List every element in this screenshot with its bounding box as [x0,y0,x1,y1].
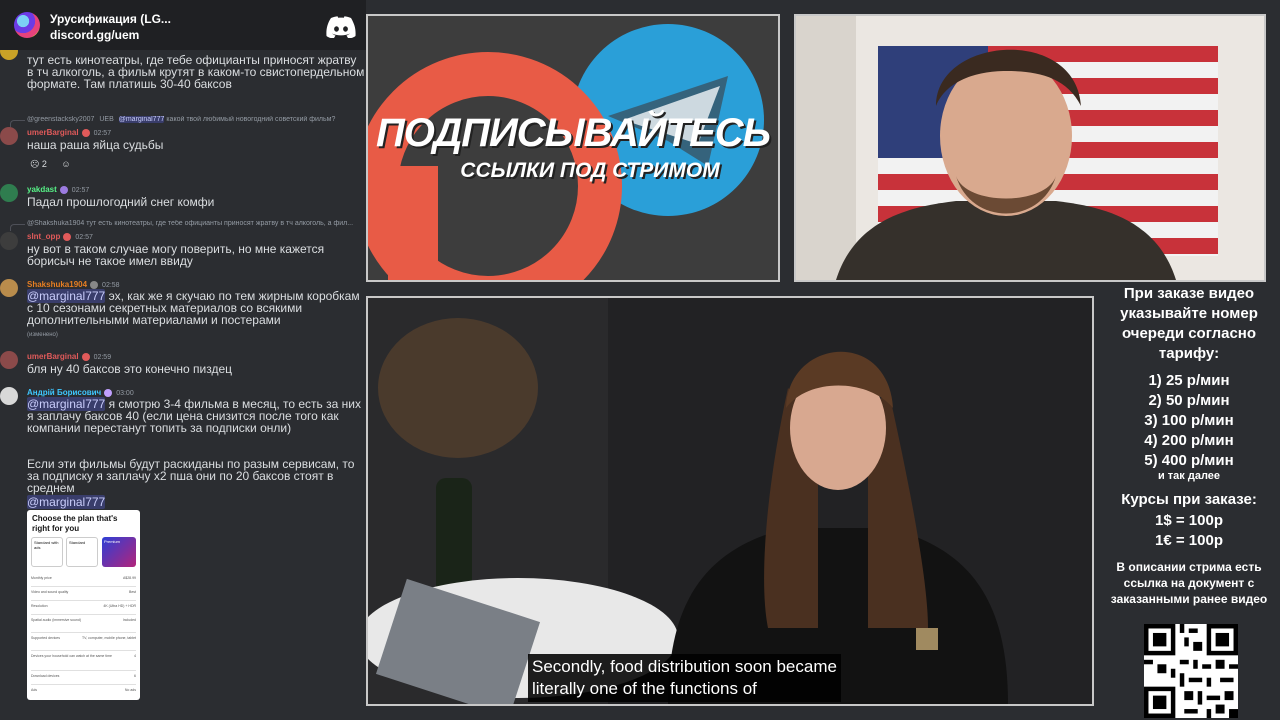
user-avatar [0,184,18,202]
rates-list: 1$ = 100р 1€ = 100р [1100,511,1278,551]
carhartt-logo [916,628,938,650]
reply-text: тут есть кинотеатры, где тебе официанты … [86,220,354,227]
order-note: При заказе видео указывайте номер очеред… [1120,285,1258,362]
reply-author: @greenstacksky2007 [27,116,95,123]
subtitle-line: literally one of the functions of [532,679,757,698]
tariff-item: 4) 200 р/мин [1144,432,1234,449]
message-text: наша раша яйца судьбы [27,138,164,152]
tariff-item: 2) 50 р/мин [1148,392,1230,409]
subscribe-headline: ПОДПИСЫВАЙТЕСЬ [375,111,771,155]
message-list: тут есть кинотеатры, где тебе официанты … [0,42,366,720]
reply-preview[interactable]: @greenstacksky2007 UEB @marginal777 како… [27,116,365,123]
message-author[interactable]: Андрій Борисович 03:00 [27,388,134,397]
order-info-panel: При заказе видео указывайте номер очеред… [1100,282,1278,720]
rate-item: 1€ = 100р [1155,532,1223,549]
subtitle-line: Secondly, food distribution soon became [532,657,837,676]
discord-chat-panel: Урусификация (LG... discord.gg/uem тут е… [0,0,366,720]
webcam-feed [794,14,1266,282]
user-avatar [0,232,18,250]
rates-title: Курсы при заказе: [1121,491,1257,508]
server-name: Урусификация (LG... [50,12,171,26]
message-text: тут есть кинотеатры, где тебе официанты … [27,53,365,91]
reply-badge: UEB [99,116,114,123]
video-subtitles: Secondly, food distribution soon became … [528,654,841,702]
tariff-item: 3) 100 р/мин [1144,412,1234,429]
role-badge-icon [81,352,90,361]
plan-option-selected: Premium [102,537,136,567]
subscribe-banner: ПОДПИСЫВАЙТЕСЬ ССЫЛКИ ПОД СТРИМОМ [366,14,780,282]
message-author[interactable]: yakdast 02:57 [27,185,89,194]
plan-row: Devices your household can watch at the … [31,652,136,671]
reply-text: какой твой любимый новогодний советский … [166,116,336,123]
message-text: @marginal777 я смотрю 3-4 фильма в месяц… [27,397,361,435]
plan-row: Spatial audio (immersive sound) Included [31,616,136,633]
plan-row: Monthly price A$28.99 [31,574,136,587]
webcam-scene [796,16,1264,280]
user-avatar [0,127,18,145]
reaction-button[interactable]: ☹ 2 [27,159,50,170]
message-timestamp: 03:00 [116,390,134,397]
role-badge-icon [90,280,99,289]
edited-label: (изменено) [27,332,58,338]
message-timestamp: 02:57 [71,187,90,194]
reply-connector [10,120,25,127]
user-avatar [0,351,18,369]
message-timestamp: 02:57 [93,130,112,137]
message-text: @marginal777 эх, как же я скучаю по тем … [27,289,360,327]
plan-row: Supported devices TV, computer, mobile ph… [31,634,136,651]
plan-card-title: Choose the plan that's right for you [32,514,118,533]
add-reaction-icon[interactable]: ☺ [58,159,73,169]
user-avatar [0,279,18,297]
role-badge-icon [59,185,68,194]
qr-code-icon[interactable] [1144,624,1238,718]
server-invite-link[interactable]: discord.gg/uem [50,28,139,42]
message-text: Если эти фильмы будут раскиданы по разым… [27,457,355,495]
video-frame [368,298,1092,704]
role-badge-icon [63,232,72,241]
message-author[interactable]: umerBarginal 02:57 [27,128,111,137]
message-text: @marginal777 [27,495,365,509]
tariff-item: 5) 400 р/мин [1144,452,1234,469]
plan-option: Standard [66,537,98,567]
rate-item: 1$ = 100р [1155,512,1223,529]
message-timestamp: 02:57 [75,234,93,241]
plan-row: Download devices 6 [31,672,136,685]
dried-plant [378,318,538,458]
user-avatar [0,387,18,405]
message-timestamp: 02:58 [102,282,120,289]
plan-option: Standard with ads [31,537,63,567]
message-timestamp: 02:59 [93,354,112,361]
subscribe-subline: ССЫЛКИ ПОД СТРИМОМ [460,159,720,182]
reply-connector [10,224,25,231]
tariff-list: 1) 25 р/мин 2) 50 р/мин 3) 100 р/мин 4) … [1100,371,1278,471]
tariff-item: 1) 25 р/мин [1148,372,1230,389]
plan-row: Video and sound quality Best [31,588,136,601]
plan-row: Resolution 4K (Ultra HD) + HDR [31,602,136,615]
message-text: бля ну 40 баксов это конечно пиздец [27,362,233,376]
user-mention[interactable]: @marginal777 [27,495,106,509]
role-badge-icon [81,128,90,137]
message-text: Падал прошлогодний снег комфи [27,195,215,209]
discord-logo-icon [326,16,356,38]
reply-author: @Shakshuka1904 [27,220,85,227]
chat-header: Урусификация (LG... discord.gg/uem [0,0,366,50]
role-badge-icon [104,388,113,397]
plan-row: Ads No ads [31,688,136,692]
main-video-player: Secondly, food distribution soon became … [366,296,1094,706]
message-author[interactable]: umerBarginal 02:59 [27,352,111,361]
description-note: В описании стрима есть ссылка на докумен… [1110,560,1268,606]
image-attachment[interactable]: Choose the plan that's right for you Sta… [27,510,140,700]
message-author[interactable]: slnt_opp 02:57 [27,232,93,241]
message-author[interactable]: Shakshuka1904 02:58 [27,280,120,289]
reply-mention: @marginal777 [118,116,165,123]
reactions: ☹ 2 ☺ [27,154,78,172]
server-icon[interactable] [14,12,40,38]
tariff-etc: и так далее [1157,470,1221,482]
message-text: ну вот в таком случае могу поверить, но … [27,242,325,268]
reply-preview[interactable]: @Shakshuka1904 тут есть кинотеатры, где … [27,220,365,227]
